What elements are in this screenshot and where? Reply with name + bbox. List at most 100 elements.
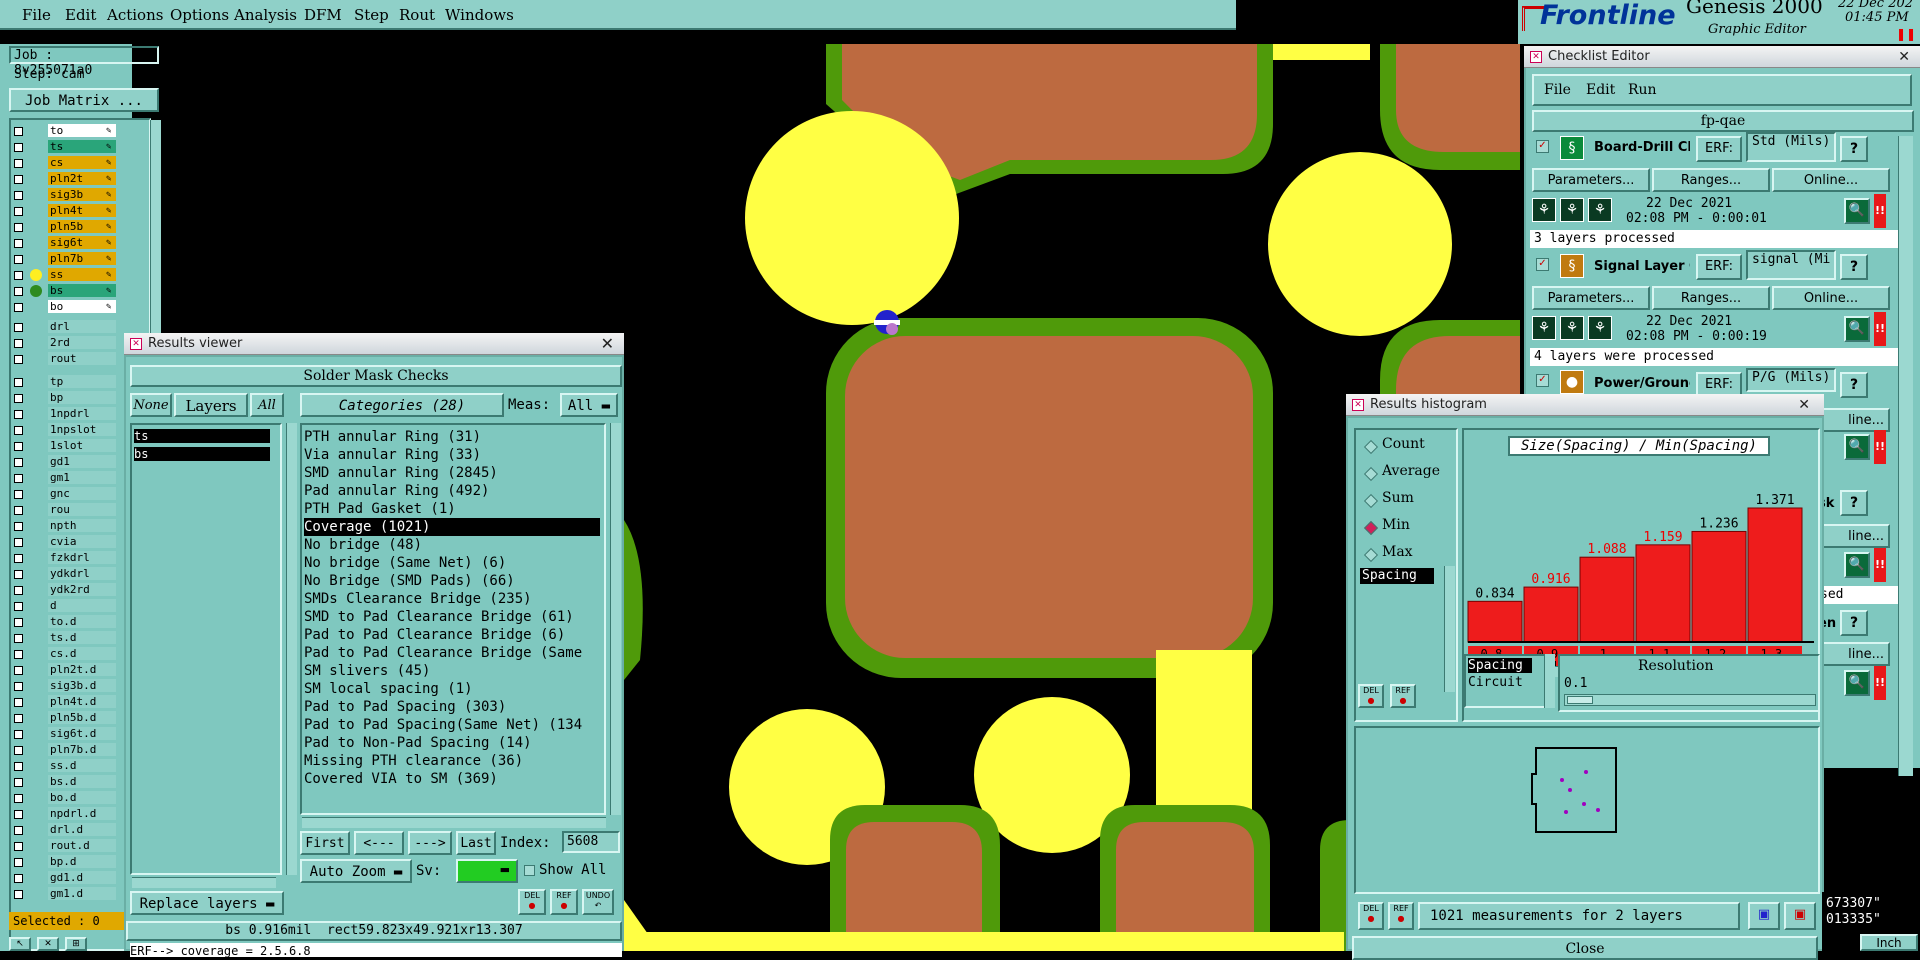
mode-list-scroll[interactable] [1444, 566, 1455, 692]
checklist-menu-file[interactable]: File [1544, 82, 1571, 98]
layer-name[interactable]: rou [48, 503, 116, 516]
layer-row[interactable]: gd1 [8, 455, 130, 469]
layer-checkbox[interactable] [14, 239, 23, 248]
category-item[interactable]: SMDs Clearance Bridge (235) [304, 590, 600, 608]
action-2-ranges[interactable]: Ranges... [1652, 286, 1770, 310]
menu-file[interactable]: File [22, 6, 51, 24]
layer-row[interactable]: sig6t.d [8, 727, 130, 741]
layer-checkbox[interactable] [14, 378, 23, 387]
layer-checkbox[interactable] [14, 778, 23, 787]
layer-checkbox[interactable] [14, 874, 23, 883]
first-button[interactable]: First [300, 831, 350, 855]
layer-checkbox[interactable] [14, 570, 23, 579]
action-3-checkbox[interactable]: ✓ [1536, 374, 1549, 387]
layer-checkbox[interactable] [14, 714, 23, 723]
layer-row[interactable]: drl [8, 320, 130, 334]
menu-step[interactable]: Step [354, 6, 389, 24]
layer-name[interactable]: gd1.d [48, 871, 116, 884]
layer-row[interactable]: pln2t.d [8, 663, 130, 677]
layer-checkbox[interactable] [14, 458, 23, 467]
layer-checkbox[interactable] [14, 159, 23, 168]
hist-ref-button[interactable]: REF ● [1390, 684, 1416, 708]
layer-row[interactable]: pln4t.d [8, 695, 130, 709]
action-6-view-icon[interactable]: 🔍 [1844, 670, 1870, 696]
menu-edit[interactable]: Edit [65, 6, 96, 24]
action-1-view-icon[interactable]: 🔍 [1844, 198, 1870, 224]
category-item[interactable]: PTH Pad Gasket (1) [304, 500, 600, 518]
select-tool-icon[interactable]: ↖ [9, 937, 31, 951]
layer-checkbox[interactable] [14, 538, 23, 547]
menu-actions[interactable]: Actions [107, 6, 163, 24]
last-button[interactable]: Last [456, 831, 496, 855]
hist-bar[interactable] [1523, 586, 1579, 643]
layer-checkbox[interactable] [14, 191, 23, 200]
action-5-view-icon[interactable]: 🔍 [1844, 552, 1870, 578]
run-icon[interactable]: ⚘ [1532, 316, 1556, 340]
action-5-zoom-button[interactable]: ? [1840, 490, 1868, 516]
layer-checkbox[interactable] [14, 490, 23, 499]
layer-row[interactable]: bo ✎ [8, 300, 130, 314]
action-4-view-icon[interactable]: 🔍 [1844, 434, 1870, 460]
layer-name[interactable]: d [48, 599, 116, 612]
layer-row[interactable]: ts.d [8, 631, 130, 645]
close-icon[interactable]: ✕ [1798, 394, 1810, 416]
layer-checkbox[interactable] [14, 730, 23, 739]
layer-row[interactable]: cvia [8, 535, 130, 549]
layer-row[interactable]: bp.d [8, 855, 130, 869]
layer-name[interactable]: drl.d [48, 823, 116, 836]
layer-row[interactable]: ss ✎ [8, 268, 130, 282]
stop-icon[interactable]: ⚘ [1588, 198, 1612, 222]
action-2-online[interactable]: Online... [1772, 286, 1890, 310]
layer-name[interactable]: 1slot [48, 439, 116, 452]
action-1-ranges[interactable]: Ranges... [1652, 168, 1770, 192]
layer-row[interactable]: pln4t ✎ [8, 204, 130, 218]
layer-name[interactable]: gnc [48, 487, 116, 500]
layer-checkbox[interactable] [14, 255, 23, 264]
sub-list-spacing[interactable]: Spacing [1468, 658, 1532, 673]
layer-name[interactable]: sig6t.d [48, 727, 116, 740]
layer-name[interactable]: npth [48, 519, 116, 532]
layer-row[interactable]: 1npslot [8, 423, 130, 437]
layer-name[interactable]: ydkdrl [48, 567, 116, 580]
layer-row[interactable]: sig3b ✎ [8, 188, 130, 202]
layer-row[interactable]: bs ✎ [8, 284, 130, 298]
menu-windows[interactable]: Windows [445, 6, 514, 24]
layer-row[interactable]: ydkdrl [8, 567, 130, 581]
layer-row[interactable]: bp [8, 391, 130, 405]
checklist-menu-run[interactable]: Run [1628, 82, 1657, 98]
layer-name[interactable]: 1npdrl [48, 407, 116, 420]
layer-row[interactable]: gd1.d [8, 871, 130, 885]
layer-checkbox[interactable] [14, 506, 23, 515]
layer-checkbox[interactable] [14, 355, 23, 364]
job-matrix-button[interactable]: Job Matrix ... [9, 88, 159, 112]
layer-checkbox[interactable] [14, 826, 23, 835]
layer-row[interactable]: pln7b ✎ [8, 252, 130, 266]
layer-checkbox[interactable] [14, 698, 23, 707]
layer-checkbox[interactable] [14, 474, 23, 483]
histogram-close-button[interactable]: Close [1352, 936, 1818, 960]
layer-name[interactable]: rout.d [48, 839, 116, 852]
layer-checkbox[interactable] [14, 175, 23, 184]
layer-name[interactable]: ss.d [48, 759, 116, 772]
hist-bar[interactable] [1467, 600, 1523, 643]
zoom-tool-icon[interactable]: ✕ [37, 937, 59, 951]
layer-name[interactable]: pln2t.d [48, 663, 116, 676]
summary-del-button[interactable]: DEL ● [1358, 902, 1384, 930]
layer-checkbox[interactable] [14, 618, 23, 627]
category-item[interactable]: Missing PTH clearance (36) [304, 752, 600, 770]
layer-row[interactable]: pln5b ✎ [8, 220, 130, 234]
layer-row[interactable]: 1npdrl [8, 407, 130, 421]
layer-row[interactable]: rout [8, 352, 130, 366]
layer-row[interactable]: gm1.d [8, 887, 130, 901]
layer-checkbox[interactable] [14, 426, 23, 435]
layer-name[interactable]: bo.d [48, 791, 116, 804]
layer-name[interactable]: pln5b.d [48, 711, 116, 724]
layer-checkbox[interactable] [14, 746, 23, 755]
mode-label[interactable]: Max [1382, 544, 1413, 560]
layer-row[interactable]: gm1 [8, 471, 130, 485]
sub-list-circuit[interactable]: Circuit [1468, 675, 1523, 690]
categories-tab[interactable]: Categories (28) [300, 393, 504, 417]
layer-checkbox[interactable] [14, 554, 23, 563]
ref-button[interactable]: REF ● [550, 889, 578, 915]
layer-row[interactable]: sig3b.d [8, 679, 130, 693]
